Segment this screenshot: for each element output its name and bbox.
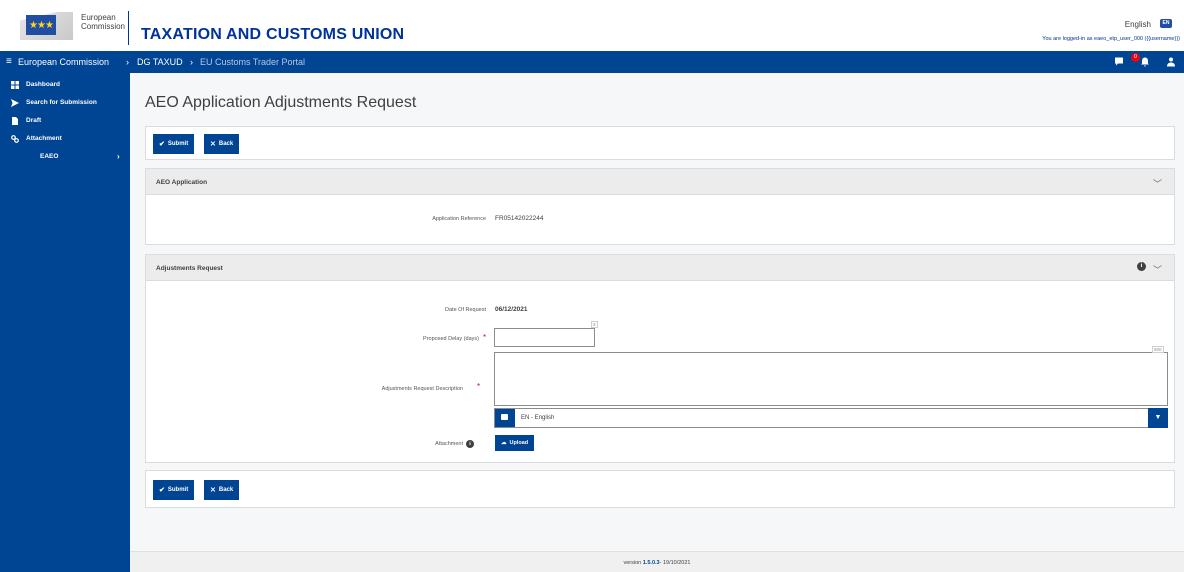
top-navbar: ≡ European Commission › DG TAXUD › EU Cu… <box>0 51 1184 73</box>
language-code-badge[interactable]: EN <box>1160 19 1172 28</box>
main-content: AEO Application Adjustments Request ✔ Su… <box>130 73 1184 572</box>
version-info: version 1.5.0.3- 19/10/2021 <box>623 560 691 566</box>
info-icon[interactable]: i <box>1137 262 1146 271</box>
language-select-value: EN - English <box>521 415 555 421</box>
language-select[interactable]: EN - English ▼ <box>494 408 1168 428</box>
bell-icon[interactable] <box>1140 56 1150 67</box>
menu-icon[interactable]: ≡ <box>6 56 12 67</box>
cloud-upload-icon: ☁ <box>501 440 507 446</box>
delay-char-counter: 3 <box>591 321 598 328</box>
language-selector[interactable]: English <box>1125 20 1151 29</box>
aeo-application-card: AEO Application ﹀ Application Reference … <box>145 168 1175 245</box>
back-button[interactable]: ✕ Back <box>204 480 240 500</box>
proposed-delay-input[interactable] <box>494 328 595 347</box>
breadcrumb-trader-portal: EU Customs Trader Portal <box>200 57 306 67</box>
sidebar-item-dashboard[interactable]: Dashboard <box>0 76 130 94</box>
site-title: TAXATION AND CUSTOMS UNION <box>141 26 405 43</box>
sidebar-item-search-submission[interactable]: Search for Submission <box>0 94 130 112</box>
date-of-request-value: 06/12/2021 <box>495 306 528 313</box>
file-icon <box>12 117 18 125</box>
adjustments-request-header[interactable]: Adjustments Request i ﹀ <box>146 255 1174 281</box>
aeo-application-header[interactable]: AEO Application ﹀ <box>146 169 1174 195</box>
breadcrumb-european-commission[interactable]: European Commission <box>18 57 109 67</box>
dashboard-icon <box>11 81 19 89</box>
toolbar-card-bottom: ✔ Submit ✕ Back <box>145 470 1175 508</box>
sidebar-item-label: Attachment <box>26 135 62 142</box>
footer: version 1.5.0.3- 19/10/2021 <box>130 551 1184 572</box>
section-title: Adjustments Request <box>156 265 223 272</box>
page-title: AEO Application Adjustments Request <box>145 94 417 111</box>
breadcrumb-separator-icon: › <box>126 57 129 67</box>
date-of-request-label: Date Of Request <box>445 307 486 313</box>
sidebar: Dashboard Search for Submission Draft At… <box>0 73 130 572</box>
application-reference-value: FR05142022244 <box>495 215 544 222</box>
breadcrumb-separator-icon: › <box>190 57 193 67</box>
org-name: European Commission <box>81 13 126 31</box>
sidebar-item-attachment[interactable]: Attachment <box>0 130 130 148</box>
comment-icon[interactable] <box>1114 56 1124 67</box>
logged-in-info: You are logged-in as eaeo_etp_user_000 (… <box>1042 36 1180 42</box>
breadcrumb-dg-taxud[interactable]: DG TAXUD <box>137 57 183 67</box>
close-icon: ✕ <box>210 141 216 148</box>
toolbar-card-top: ✔ Submit ✕ Back <box>145 126 1175 160</box>
check-icon: ✔ <box>159 487 165 494</box>
close-icon: ✕ <box>210 487 216 494</box>
link-icon <box>11 135 19 143</box>
description-textarea[interactable] <box>494 352 1168 406</box>
sidebar-item-label: Search for Submission <box>26 99 97 106</box>
adjustments-request-card: Adjustments Request i ﹀ Date Of Request … <box>145 254 1175 463</box>
sidebar-item-draft[interactable]: Draft <box>0 112 130 130</box>
upload-button[interactable]: ☁ Upload <box>495 435 535 451</box>
proposed-delay-label: Proposed Delay (days) <box>423 336 479 342</box>
application-reference-label: Application Reference <box>432 216 486 222</box>
user-icon[interactable] <box>1166 56 1176 67</box>
submit-button[interactable]: ✔ Submit <box>153 480 195 500</box>
notification-badge: 0 <box>1131 53 1140 62</box>
navbar-icons <box>1114 56 1176 67</box>
european-commission-logo[interactable]: ★★★ <box>20 12 73 48</box>
description-label: Adjustments Request Description <box>381 386 463 392</box>
sidebar-item-eaeo[interactable]: EAEO › <box>0 148 130 166</box>
submit-button[interactable]: ✔ Submit <box>153 134 195 154</box>
description-char-counter: 500 <box>1152 346 1164 353</box>
eu-flag-icon: ★★★ <box>26 15 56 35</box>
sidebar-item-label: Dashboard <box>26 81 60 88</box>
header-separator <box>128 11 129 45</box>
info-icon[interactable]: i <box>466 440 474 448</box>
back-button[interactable]: ✕ Back <box>204 134 240 154</box>
chevron-right-icon: › <box>117 152 120 161</box>
site-header: ★★★ European Commission TAXATION AND CUS… <box>0 0 1184 51</box>
required-marker: * <box>477 382 481 391</box>
attachment-label: Attachment <box>435 441 463 447</box>
check-icon: ✔ <box>159 141 165 148</box>
chevron-down-icon[interactable]: ﹀ <box>1153 263 1162 276</box>
sidebar-item-label: Draft <box>26 117 42 124</box>
send-icon <box>11 99 19 107</box>
section-title: AEO Application <box>156 179 208 186</box>
sidebar-item-label: EAEO <box>40 153 59 160</box>
required-marker: * <box>483 333 487 342</box>
chevron-down-icon[interactable]: ﹀ <box>1153 177 1162 190</box>
chevron-down-icon[interactable]: ▼ <box>1148 408 1168 428</box>
comment-icon <box>495 409 515 427</box>
